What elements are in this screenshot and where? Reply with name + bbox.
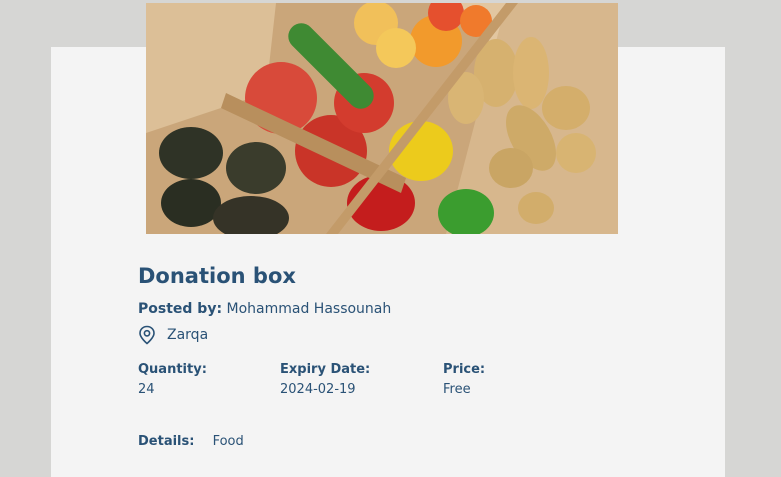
expiry-value: 2024-02-19 (280, 382, 356, 397)
price-label: Price: (443, 362, 486, 377)
quantity-label: Quantity: (138, 362, 207, 377)
donation-photo (146, 3, 618, 234)
post-title: Donation box (138, 264, 296, 288)
price-field: Price: Free (443, 362, 485, 397)
posted-by: Posted by: Mohammad Hassounah (138, 301, 391, 317)
expiry-label: Expiry Date: (280, 362, 371, 377)
expiry-field: Expiry Date: 2024-02-19 (280, 362, 370, 397)
location-text: Zarqa (167, 327, 209, 343)
location-pin-icon (138, 325, 156, 345)
details-label: Details: (138, 434, 195, 449)
details: Details: Food (138, 434, 244, 449)
location: Zarqa (138, 325, 208, 345)
price-value: Free (443, 382, 471, 397)
posted-by-label: Posted by: (138, 301, 223, 317)
quantity-field: Quantity: 24 (138, 362, 207, 397)
posted-by-name: Mohammad Hassounah (226, 301, 392, 317)
quantity-value: 24 (138, 382, 155, 397)
details-value: Food (212, 434, 244, 449)
